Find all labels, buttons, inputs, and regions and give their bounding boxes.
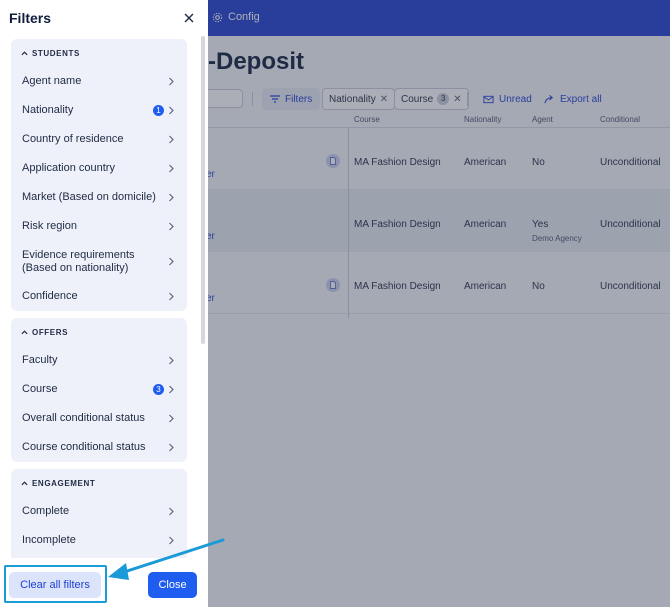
chevron-right-icon — [169, 135, 174, 144]
drawer-scroll-area[interactable]: STUDENTS Agent name Nationality 1 Countr… — [0, 36, 208, 558]
selected-count-badge: 1 — [153, 105, 164, 116]
filter-item-faculty[interactable]: Faculty — [11, 346, 187, 375]
section-title: ENGAGEMENT — [32, 478, 96, 488]
section-title: OFFERS — [32, 327, 69, 337]
chevron-right-icon — [169, 257, 174, 266]
filter-item-nationality[interactable]: Nationality 1 — [11, 96, 187, 125]
chevron-right-icon — [169, 443, 174, 452]
filter-item-label: Country of residence — [22, 133, 124, 145]
chevron-right-icon — [169, 507, 174, 516]
filter-item-course-conditional-status[interactable]: Course conditional status — [11, 433, 187, 462]
scrollbar-thumb[interactable] — [201, 36, 205, 344]
filter-item-label: Course — [22, 383, 58, 395]
chevron-up-icon — [21, 329, 28, 334]
chevron-right-icon — [169, 193, 174, 202]
close-icon[interactable] — [182, 11, 196, 25]
chevron-up-icon — [21, 480, 28, 485]
filter-item-overall-conditional-status[interactable]: Overall conditional status — [11, 404, 187, 433]
filter-item-label: Agent name — [22, 75, 82, 87]
filter-item-label: Faculty — [22, 354, 58, 366]
filter-item-complete[interactable]: Complete — [11, 497, 187, 526]
filter-item-label: Complete — [22, 505, 70, 517]
filter-item-evidence-requirements[interactable]: Evidence requirements (Based on national… — [11, 241, 187, 282]
filters-drawer: Filters STUDENTS Agent name Nationality … — [0, 0, 208, 607]
chevron-right-icon — [169, 222, 174, 231]
filter-item-course[interactable]: Course 3 — [11, 375, 187, 404]
chevron-right-icon — [169, 292, 174, 301]
drawer-title: Filters — [9, 10, 52, 26]
filter-item-label: Overall conditional status — [22, 412, 145, 424]
chevron-right-icon — [169, 164, 174, 173]
section-header-engagement[interactable]: ENGAGEMENT — [11, 469, 187, 497]
section-header-offers[interactable]: OFFERS — [11, 318, 187, 346]
filter-item-application-country[interactable]: Application country — [11, 154, 187, 183]
filter-item-label: Market (Based on domicile) — [22, 191, 156, 203]
filter-item-country-of-residence[interactable]: Country of residence — [11, 125, 187, 154]
drawer-header: Filters — [0, 0, 208, 36]
filter-item-label: Nationality — [22, 104, 74, 116]
filter-item-label: Course conditional status — [22, 441, 146, 453]
filter-item-risk-region[interactable]: Risk region — [11, 212, 187, 241]
filter-item-label: Confidence — [22, 290, 78, 302]
filter-item-confidence[interactable]: Confidence — [11, 282, 187, 311]
filter-item-label: Incomplete — [22, 534, 76, 546]
chevron-right-icon — [169, 536, 174, 545]
chevron-right-icon — [169, 106, 174, 115]
section-engagement: ENGAGEMENT Complete Incomplete — [11, 469, 187, 558]
filter-item-label: Application country — [22, 162, 115, 174]
close-button[interactable]: Close — [148, 572, 197, 598]
chevron-right-icon — [169, 385, 174, 394]
section-students: STUDENTS Agent name Nationality 1 Countr… — [11, 39, 187, 311]
chevron-right-icon — [169, 77, 174, 86]
section-title: STUDENTS — [32, 48, 80, 58]
filter-item-market[interactable]: Market (Based on domicile) — [11, 183, 187, 212]
filter-item-label: Evidence requirements (Based on national… — [22, 248, 135, 274]
section-offers: OFFERS Faculty Course 3 Overall conditio… — [11, 318, 187, 462]
annotation-highlight-box — [4, 565, 107, 603]
chevron-right-icon — [169, 414, 174, 423]
chevron-up-icon — [21, 50, 28, 55]
filter-item-incomplete[interactable]: Incomplete — [11, 526, 187, 555]
filter-item-label: Risk region — [22, 220, 78, 232]
filter-item-agent-name[interactable]: Agent name — [11, 67, 187, 96]
section-header-students[interactable]: STUDENTS — [11, 39, 187, 67]
selected-count-badge: 3 — [153, 384, 164, 395]
chevron-right-icon — [169, 356, 174, 365]
